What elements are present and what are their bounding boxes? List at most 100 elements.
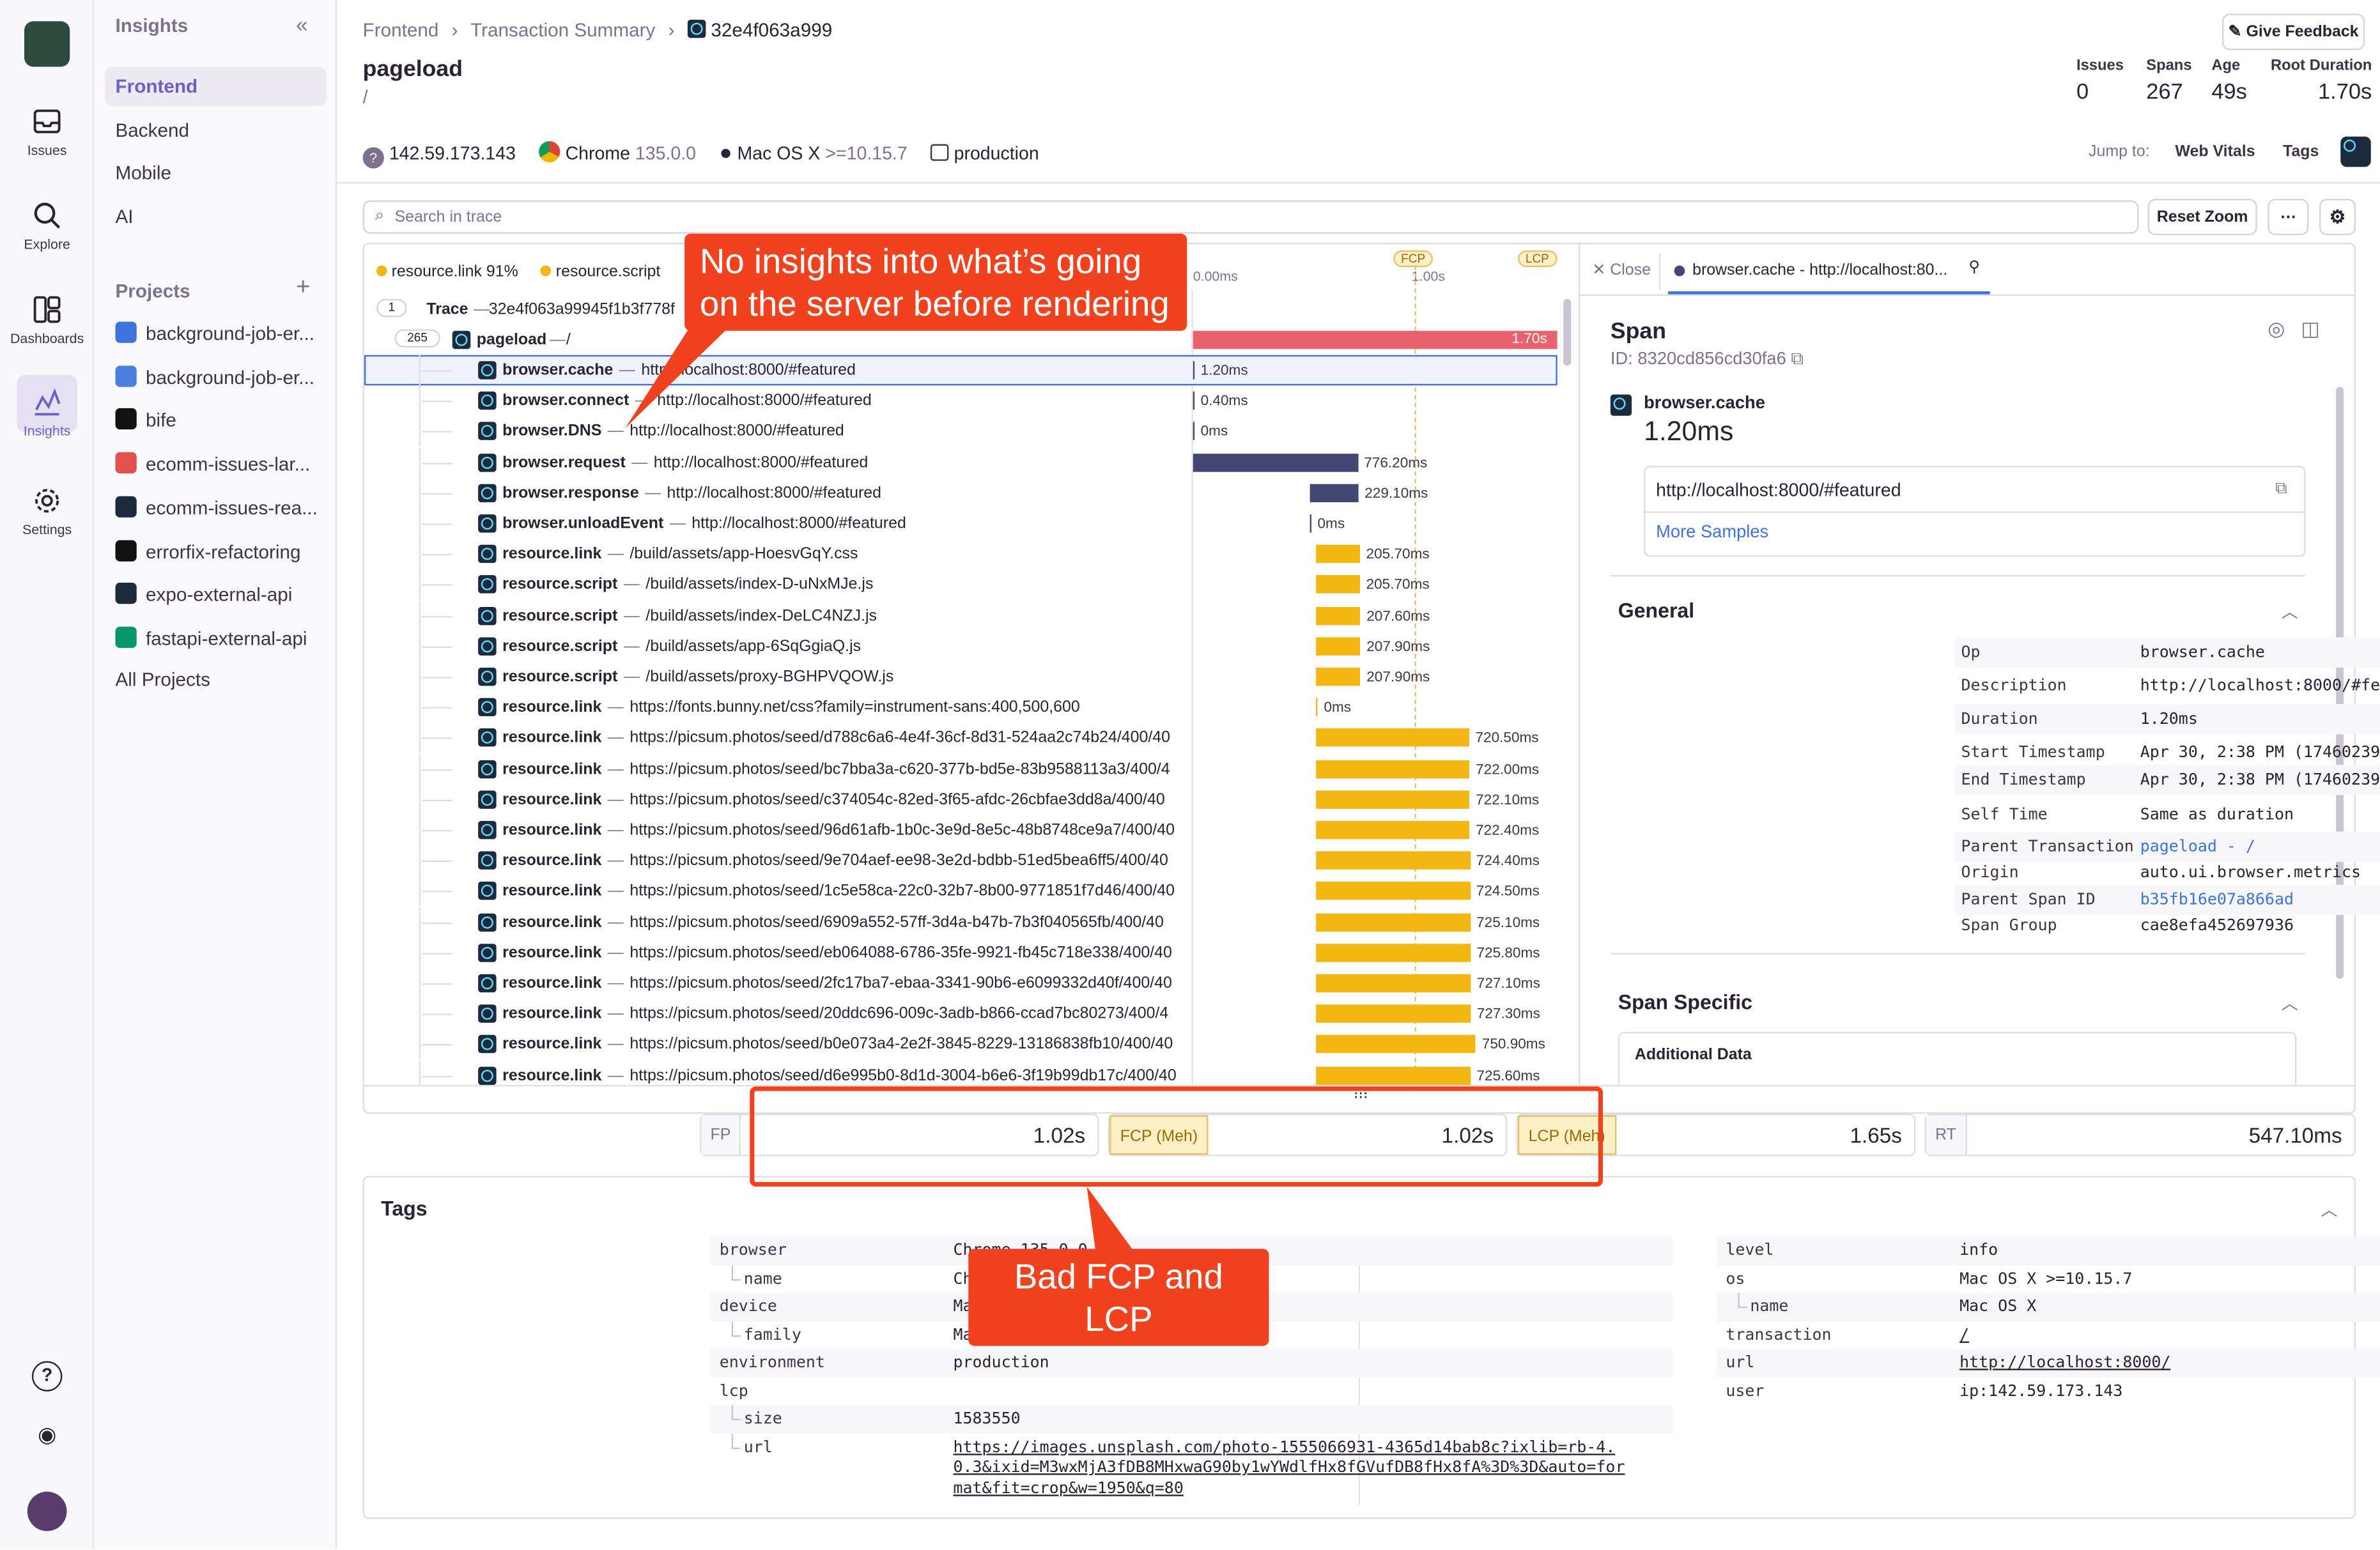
span-label-clip: resource.link — https://picsum.photos/seed… [364, 968, 1191, 999]
span-row[interactable]: browser.cache — http://localhost:8000/#fea… [364, 355, 1557, 386]
span-row[interactable]: resource.link — https://picsum.photos/seed… [364, 1029, 1557, 1060]
project-item[interactable]: background-job-er... [115, 365, 314, 388]
calendar-icon [931, 144, 949, 161]
span-row[interactable]: browser.unloadEvent — http://localhost:800… [364, 508, 1557, 539]
tag-value[interactable]: http://localhost:8000/ [1959, 1354, 2170, 1372]
reset-zoom-button[interactable]: Reset Zoom [2147, 199, 2257, 236]
span-row[interactable]: resource.script — /build/assets/index-DeLC… [364, 600, 1557, 631]
span-op: resource.link [502, 545, 602, 564]
settings-button[interactable]: ⚙ [2319, 199, 2356, 236]
tag-value[interactable]: https://images.unsplash.com/photo-155506… [954, 1438, 1630, 1499]
span-row[interactable]: browser.request — http://localhost:8000/#f… [364, 447, 1557, 478]
close-details-button[interactable]: ✕ Close [1592, 261, 1651, 280]
collapse-general-icon[interactable]: ︿ [2282, 599, 2298, 624]
help-icon[interactable]: ? [31, 1361, 63, 1392]
span-row[interactable]: resource.link — https://picsum.photos/seed… [364, 999, 1557, 1029]
broadcast-icon[interactable]: ◉ [32, 1419, 63, 1450]
collapse-sidebar-icon[interactable]: « [296, 12, 308, 36]
general-value[interactable]: pageload - / [2140, 838, 2255, 856]
copy-url-icon[interactable]: ⧉ [2275, 480, 2287, 500]
sidebar-toggle-icon[interactable]: ◫ [2301, 317, 2320, 341]
span-row[interactable]: browser.connect—http://localhost:8000/#f… [364, 385, 1557, 417]
sidebar-item-ai[interactable]: AI [105, 197, 327, 237]
project-item[interactable]: fastapi-external-api [115, 626, 307, 649]
span-row[interactable]: resource.link — /build/assets/app-HoesvGqY… [364, 539, 1557, 570]
span-row[interactable]: resource.script — /build/assets/index-D-uN… [364, 569, 1557, 601]
span-row[interactable]: resource.script — /build/assets/app-6SqGgi… [364, 631, 1557, 662]
general-row: Duration 1.20ms [1955, 704, 2380, 735]
user-avatar[interactable] [27, 1491, 67, 1531]
span-row[interactable]: resource.link — https://picsum.photos/seed… [364, 845, 1557, 876]
span-row[interactable]: resource.link — https://picsum.photos/seed… [364, 876, 1557, 907]
trace-search[interactable]: ⌕ Search in trace [362, 200, 2139, 234]
span-row[interactable]: resource.script — /build/assets/proxy-BGHP… [364, 661, 1557, 692]
general-value[interactable]: b35fb16e07a866ad [2140, 891, 2294, 909]
general-key: Op [1961, 643, 1981, 662]
project-item[interactable]: ecomm-issues-lar... [115, 452, 310, 475]
project-item[interactable]: errorfix-refactoring [115, 539, 301, 562]
span-row[interactable]: browser.response — http://localhost:8000/#… [364, 477, 1557, 509]
sidebar-item-backend[interactable]: Backend [105, 111, 327, 150]
give-feedback-button[interactable]: ✎ Give Feedback [2222, 13, 2365, 50]
sidebar-item-mobile[interactable]: Mobile [105, 153, 327, 193]
rail-settings[interactable]: Settings [0, 486, 94, 537]
span-desc: https://picsum.photos/seed/d6e995b0-8d1d… [630, 1066, 1177, 1085]
span-row[interactable]: resource.link — https://picsum.photos/seed… [364, 784, 1557, 815]
tab-span[interactable]: browser.cache - http://localhost:80... ⚲ [1668, 244, 1990, 295]
project-item[interactable]: bife [115, 408, 176, 431]
pin-icon[interactable]: ⚲ [1968, 259, 1979, 276]
span-row[interactable]: resource.link — https://picsum.photos/seed… [364, 753, 1557, 784]
project-item[interactable]: background-job-er... [115, 321, 314, 344]
project-icon [115, 408, 137, 431]
project-item[interactable]: ecomm-issues-rea... [115, 496, 318, 519]
breadcrumb-frontend[interactable]: Frontend [363, 20, 439, 41]
span-separator: — [645, 484, 661, 502]
span-row[interactable]: resource.link — https://picsum.photos/seed… [364, 968, 1557, 999]
tab-divider [1658, 253, 1661, 290]
span-row[interactable]: resource.link — https://picsum.photos/seed… [364, 723, 1557, 753]
span-op: resource.script [502, 576, 618, 594]
jump-web-vitals[interactable]: Web Vitals [2175, 142, 2255, 161]
jump-to-label: Jump to: [2089, 142, 2150, 161]
target-icon[interactable]: ◎ [2268, 317, 2285, 341]
tag-value[interactable]: / [1959, 1326, 1969, 1344]
tag-value: info [1959, 1241, 1998, 1260]
search-input[interactable]: Search in trace [395, 208, 502, 226]
details-heading: Span [1610, 318, 1667, 345]
sidebar-item-frontend[interactable]: Frontend [104, 66, 327, 107]
span-duration: 776.20ms [1364, 454, 1428, 472]
org-avatar[interactable] [24, 21, 70, 67]
collapse-tags-icon[interactable]: ︿ [2321, 1197, 2337, 1222]
copy-icon[interactable]: ⧉ [1791, 351, 1804, 369]
span-label-clip: resource.link — https://picsum.photos/seed… [364, 753, 1191, 784]
tag-row: level info [1717, 1236, 2380, 1265]
waterfall-scrollbar[interactable] [1563, 298, 1572, 366]
rail-dashboards[interactable]: Dashboards [0, 295, 94, 346]
project-item[interactable]: expo-external-api [115, 583, 292, 606]
span-text: resource.link — https://picsum.photos/seed… [502, 821, 1175, 840]
jump-tags[interactable]: Tags [2283, 142, 2319, 161]
span-row[interactable]: browser.DNS — http://localhost:8000/#featu… [364, 416, 1557, 447]
details-url[interactable]: http://localhost:8000/#featured [1656, 480, 1901, 501]
rail-issues[interactable]: Issues [0, 106, 94, 158]
more-options-button[interactable]: ⋯ [2268, 199, 2309, 236]
more-samples-link[interactable]: More Samples [1656, 523, 1768, 542]
span-text: resource.link — /build/assets/app-HoesvGqY… [502, 545, 858, 564]
span-row[interactable]: resource.link — https://picsum.photos/seed… [364, 937, 1557, 968]
span-row[interactable]: resource.link — https://picsum.photos/seed… [364, 815, 1557, 845]
span-separator: — [607, 820, 624, 840]
add-project-icon[interactable]: + [296, 275, 310, 302]
rail-explore[interactable]: Explore [0, 201, 94, 252]
span-desc: http://localhost:8000/#featured [667, 484, 882, 502]
breadcrumb-transaction-summary[interactable]: Transaction Summary [470, 20, 655, 41]
legend-dot [376, 265, 387, 277]
span-desc: https://picsum.photos/seed/d788c6a6-4e4f… [630, 728, 1171, 748]
span-row[interactable]: resource.link — https://fonts.bunny.net/cs… [364, 692, 1557, 723]
meta-os-version: >=10.15.7 [825, 142, 908, 164]
span-text: resource.link — https://picsum.photos/seed… [502, 913, 1164, 932]
all-projects-link[interactable]: All Projects [116, 669, 211, 690]
collapse-span-specific-icon[interactable]: ︿ [2282, 991, 2298, 1015]
span-row[interactable]: resource.link — https://picsum.photos/seed… [364, 907, 1557, 937]
rail-insights[interactable]: Insights [0, 387, 94, 438]
span-row[interactable]: resource.link — https://picsum.photos/seed… [364, 1060, 1557, 1086]
